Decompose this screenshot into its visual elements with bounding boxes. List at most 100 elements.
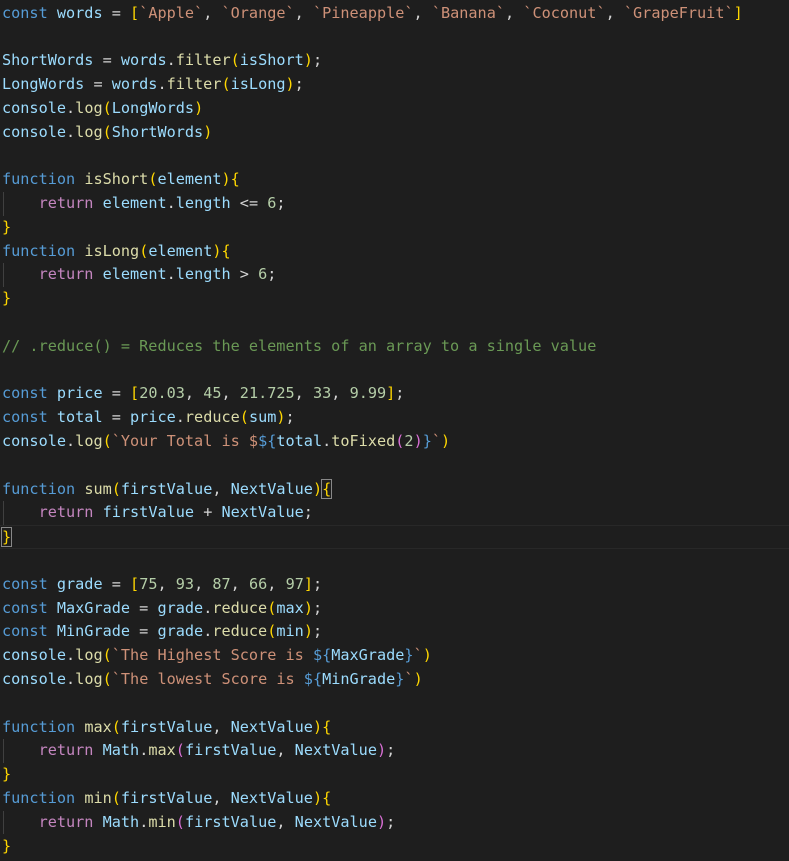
code-line[interactable] [2, 454, 787, 478]
code-line[interactable]: console.log(LongWords) [2, 97, 787, 121]
code-token-string: `Pineapple` [312, 3, 414, 22]
code-editor[interactable]: const words = [`Apple`, `Orange`, `Pinea… [0, 0, 789, 861]
code-token-bracket1: ] [386, 384, 396, 403]
code-token-default: = [93, 51, 121, 70]
code-token-default: . [66, 122, 76, 141]
code-line[interactable]: console.log(ShortWords) [2, 121, 787, 145]
code-line[interactable]: return Math.min(firstValue, NextValue); [2, 811, 787, 835]
code-token-control: return [38, 265, 94, 284]
code-line[interactable]: ShortWords = words.filter(isShort); [2, 49, 787, 73]
code-line[interactable]: console.log(`Your Total is $${total.toFi… [2, 430, 787, 454]
code-token-default [2, 741, 39, 759]
code-token-default [48, 384, 57, 402]
code-token-bracket1: ( [230, 51, 240, 70]
code-token-variable: element [102, 193, 167, 212]
code-line[interactable]: return element.length <= 6; [2, 192, 787, 216]
code-token-default [48, 622, 57, 640]
code-token-keyword: ${ [312, 646, 332, 665]
code-token-number: 75 [139, 574, 158, 593]
code-line[interactable]: LongWords = words.filter(isLong); [2, 73, 787, 97]
code-line[interactable]: function isLong(element){ [2, 240, 787, 264]
code-token-string: `Coconut` [523, 3, 606, 22]
code-token-variable: words [111, 74, 158, 93]
code-line[interactable] [2, 359, 787, 383]
code-line[interactable]: } [2, 287, 787, 311]
code-line[interactable]: } [2, 216, 787, 240]
code-token-function: filter [175, 51, 231, 70]
code-line[interactable] [2, 549, 787, 573]
code-line[interactable]: const MinGrade = grade.reduce(min); [2, 620, 787, 644]
code-token-default: ; [276, 193, 286, 212]
code-line[interactable]: const price = [20.03, 45, 21.725, 33, 9.… [2, 382, 787, 406]
code-line[interactable] [2, 311, 787, 335]
code-token-bracket1: ( [267, 622, 277, 641]
code-line[interactable]: } [2, 763, 787, 787]
code-token-bracket1: ) [422, 646, 432, 665]
code-token-number: 20.03 [139, 384, 185, 403]
code-token-keyword: function [2, 479, 76, 498]
code-token-string: `Orange` [221, 3, 295, 22]
code-line[interactable]: const MaxGrade = grade.reduce(max); [2, 597, 787, 621]
code-token-default [93, 503, 102, 521]
code-line[interactable]: function min(firstValue, NextValue){ [2, 787, 787, 811]
code-token-variable: total [276, 431, 323, 450]
code-token-function: max [148, 741, 176, 760]
code-line[interactable] [2, 25, 787, 49]
code-token-default: > [230, 265, 259, 284]
code-token-function: filter [166, 74, 222, 93]
code-token-default: ; [267, 265, 277, 284]
code-line[interactable]: return firstValue + NextValue; [2, 501, 787, 525]
code-token-bracket1: ) [285, 74, 295, 93]
code-token-bracket1: ( [111, 479, 121, 498]
code-line[interactable]: function sum(firstValue, NextValue){ [2, 478, 787, 502]
code-line[interactable]: console.log(`The Highest Score is ${MaxG… [2, 644, 787, 668]
code-token-bracket1: ( [111, 717, 121, 736]
code-line[interactable]: return Math.max(firstValue, NextValue); [2, 739, 787, 763]
code-token-default: , [184, 384, 204, 403]
code-token-default: , [212, 479, 231, 498]
code-token-default: . [203, 598, 213, 617]
code-token-bracket1: ) [303, 622, 313, 641]
code-line[interactable]: return element.length > 6; [2, 263, 787, 287]
code-token-default: = [102, 574, 131, 593]
code-token-keyword: ${ [303, 669, 323, 688]
code-token-variable: price [130, 408, 176, 427]
code-token-variable: NextValue [294, 741, 377, 760]
code-line[interactable]: console.log(`The lowest Score is ${MinGr… [2, 668, 787, 692]
code-line[interactable]: const words = [`Apple`, `Orange`, `Pinea… [2, 2, 787, 26]
code-line[interactable]: function max(firstValue, NextValue){ [2, 716, 787, 740]
code-line[interactable] [2, 692, 787, 716]
code-line[interactable]: const total = price.reduce(sum); [2, 406, 787, 430]
code-line[interactable]: // .reduce() = Reduces the elements of a… [2, 335, 787, 359]
code-token-bracket1: ( [239, 408, 249, 427]
code-line[interactable]: } [0, 525, 789, 549]
code-line[interactable]: } [2, 835, 787, 859]
code-line[interactable]: const grade = [75, 93, 87, 66, 97]; [2, 573, 787, 597]
code-token-function: log [75, 98, 103, 117]
code-token-variable: firstValue [120, 717, 213, 736]
code-token-variable: console [2, 122, 67, 141]
code-token-variable: console [2, 431, 67, 450]
code-token-variable: length [175, 193, 231, 212]
code-token-default [75, 480, 84, 498]
code-token-keyword: const [2, 384, 48, 403]
code-token-variable: firstValue [102, 503, 195, 522]
code-token-default [75, 718, 84, 736]
code-token-default [75, 789, 84, 807]
code-token-variable: firstValue [184, 741, 277, 760]
code-token-number: 97 [285, 574, 304, 593]
code-token-variable: ShortWords [2, 51, 94, 70]
code-line[interactable] [2, 144, 787, 168]
code-token-default: , [331, 384, 350, 403]
code-token-string: ` [431, 431, 442, 450]
code-token-bracket1: ) [312, 717, 323, 736]
code-token-variable: grade [56, 574, 103, 593]
code-token-variable: firstValue [120, 479, 213, 498]
code-token-function: isLong [84, 241, 140, 260]
code-token-variable: LongWords [111, 98, 195, 117]
code-token-function: reduce [212, 622, 268, 641]
code-token-default: . [166, 265, 176, 284]
code-token-bracket2: ) [413, 431, 423, 450]
code-line[interactable]: function isShort(element){ [2, 168, 787, 192]
code-token-number: 87 [212, 574, 231, 593]
